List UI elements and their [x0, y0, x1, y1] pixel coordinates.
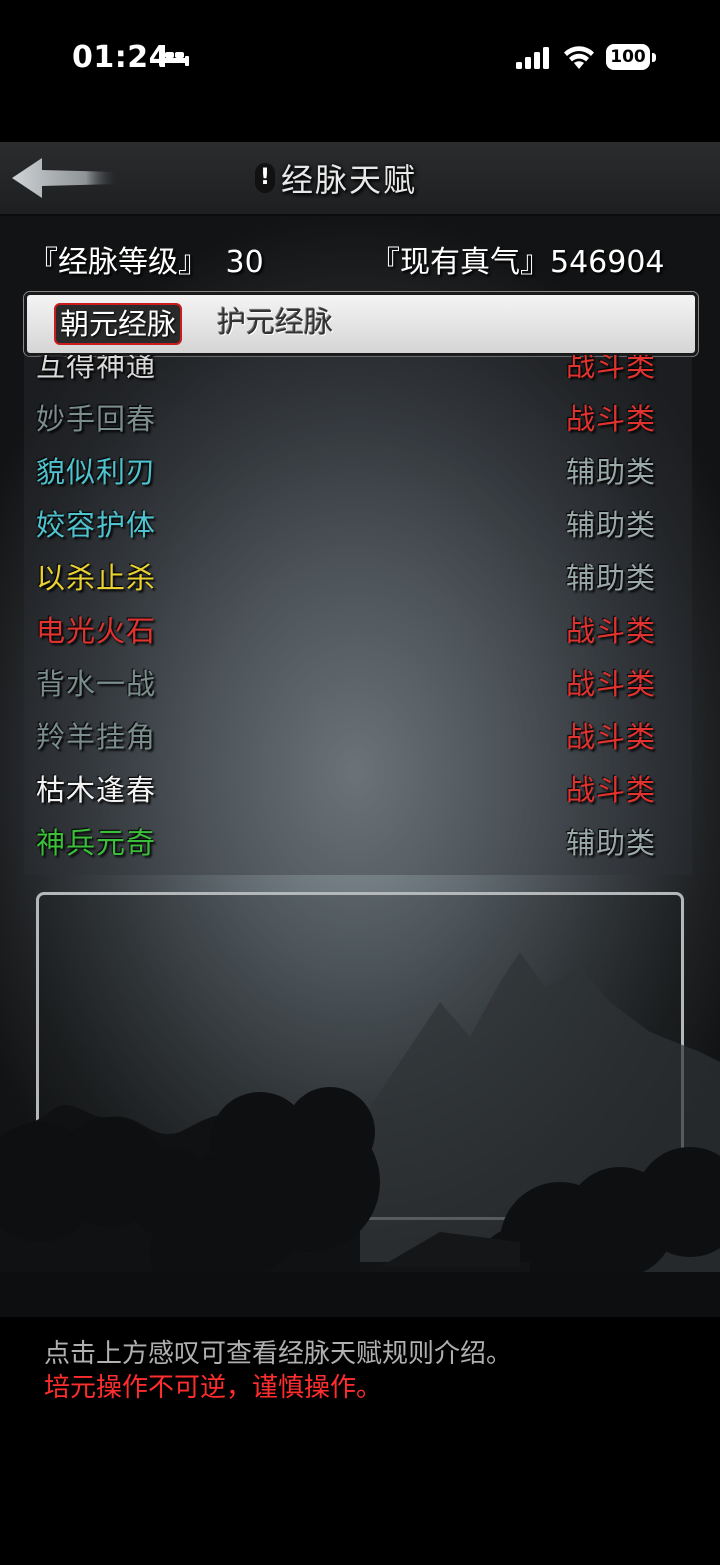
cellular-signal-icon [516, 47, 549, 69]
talent-row[interactable]: 以杀止杀 辅助类 [24, 549, 692, 601]
current-qi: 『现有真气』546904 [370, 237, 665, 281]
meridian-tabs: 朝元经脉 护元经脉 [24, 292, 698, 356]
header-bar: ! 经脉天赋 [0, 142, 720, 216]
talent-row[interactable]: 神兵元奇 辅助类 [24, 814, 692, 866]
rules-info-button[interactable]: ! [255, 163, 275, 193]
game-screen: ! 经脉天赋 『经脉等级』 30 『现有真气』546904 朝元经脉 护元经脉 … [0, 142, 720, 1317]
talent-category: 辅助类 [565, 508, 656, 542]
talent-category: 战斗类 [565, 355, 656, 383]
talent-category: 战斗类 [565, 773, 656, 807]
talent-category: 战斗类 [565, 667, 656, 701]
warning-text: 培元操作不可逆，谨慎操作。 [44, 1373, 383, 1403]
talent-name: 电光火石 [36, 614, 157, 648]
battery-level: 100 [606, 44, 650, 70]
talent-name: 枯木逢春 [36, 773, 157, 807]
talent-category: 战斗类 [565, 402, 656, 436]
talent-name: 貌似利刃 [36, 455, 157, 489]
talent-row[interactable]: 妙手回春 战斗类 [24, 390, 692, 442]
talent-row[interactable]: 互得神通 战斗类 [24, 355, 692, 389]
talent-row[interactable]: 羚羊挂角 战斗类 [24, 708, 692, 760]
current-qi-value: 546904 [550, 245, 665, 280]
talent-category: 辅助类 [565, 826, 656, 860]
meridian-level-label: 『经脉等级』 [28, 245, 208, 280]
talent-name: 姣容护体 [36, 508, 157, 542]
talent-name: 以杀止杀 [36, 561, 157, 595]
talent-row[interactable]: 枯木逢春 战斗类 [24, 761, 692, 813]
bed-icon [159, 50, 189, 66]
talent-category: 战斗类 [565, 614, 656, 648]
talent-name: 神兵元奇 [36, 826, 157, 860]
tab-huyuan[interactable]: 护元经脉 [213, 303, 337, 341]
talent-name: 互得神通 [36, 355, 157, 383]
wifi-icon [564, 46, 594, 69]
talent-category: 辅助类 [565, 455, 656, 489]
status-time: 01:24 [72, 40, 170, 75]
meridian-level: 『经脉等级』 30 [28, 237, 264, 281]
talent-row[interactable]: 貌似利刃 辅助类 [24, 443, 692, 495]
talent-name: 背水一战 [36, 667, 157, 701]
talent-category: 辅助类 [565, 561, 656, 595]
talent-list[interactable]: 互得神通 战斗类 妙手回春 战斗类 貌似利刃 辅助类 姣容护体 辅助类 以杀止杀 辅助类 电光火石战… [24, 355, 692, 875]
status-bar: 01:24 100 [0, 0, 720, 120]
meridian-level-value: 30 [225, 245, 264, 280]
talent-category: 战斗类 [565, 720, 656, 754]
tab-chaoyuan[interactable]: 朝元经脉 [54, 303, 183, 345]
battery-icon: 100 [606, 44, 658, 72]
back-arrow-icon[interactable] [10, 154, 120, 202]
talent-name: 妙手回春 [36, 402, 157, 436]
page-title: 经脉天赋 [281, 161, 418, 199]
talent-row[interactable]: 姣容护体 辅助类 [24, 496, 692, 548]
current-qi-label: 『现有真气』 [370, 245, 550, 280]
talent-row[interactable]: 电光火石 战斗类 [24, 602, 692, 654]
talent-name: 羚羊挂角 [36, 720, 157, 754]
tree-silhouette-background [0, 952, 720, 1317]
rules-hint-text: 点击上方感叹可查看经脉天赋规则介绍。 [44, 1339, 513, 1369]
talent-row[interactable]: 背水一战 战斗类 [24, 655, 692, 707]
title-group[interactable]: ! 经脉天赋 [255, 156, 417, 200]
